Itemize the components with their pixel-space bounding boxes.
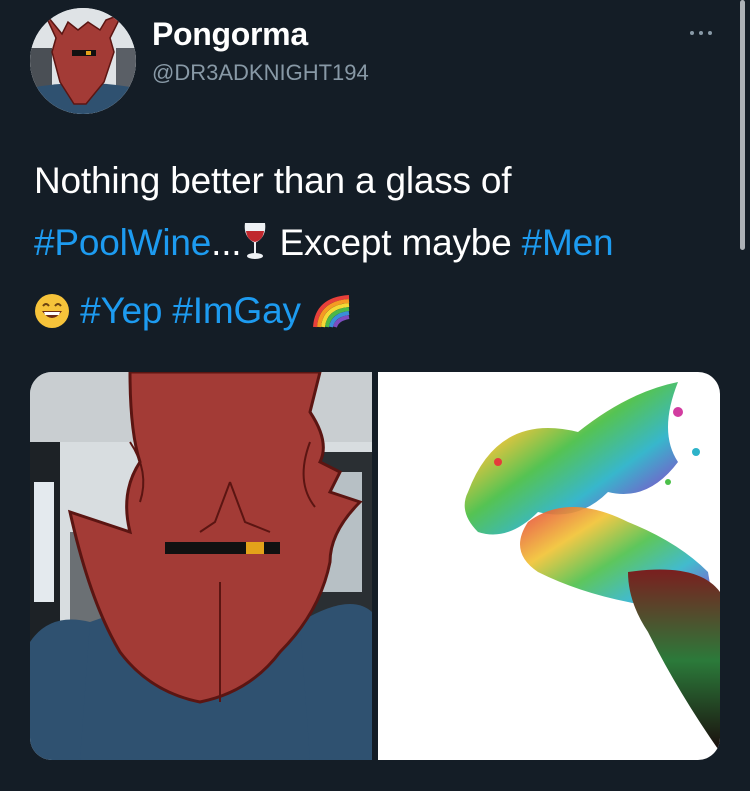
scrollbar[interactable] <box>740 0 745 250</box>
display-name[interactable]: Pongorma <box>152 16 308 53</box>
more-horizontal-icon-dot <box>708 31 712 35</box>
except-text: Except maybe <box>269 222 522 263</box>
tweet-media[interactable] <box>30 372 720 760</box>
wine-glass-icon <box>241 218 269 280</box>
devil-car-image <box>30 372 372 760</box>
tweet-text-line-1: Nothing better than a glass of <box>34 160 512 201</box>
rainbow-wine-splash-image <box>378 372 720 760</box>
more-horizontal-icon-dot <box>699 31 703 35</box>
more-options-button[interactable] <box>686 26 716 40</box>
hashtag-poolwine[interactable]: #PoolWine <box>34 222 211 263</box>
tweet-text-line-2: #PoolWine... Except maybe #Men <box>34 212 734 280</box>
avatar-image <box>30 8 136 114</box>
rainbow-icon <box>311 286 351 348</box>
hashtag-men[interactable]: #Men <box>522 222 614 263</box>
tweet-card[interactable]: Pongorma @DR3ADKNIGHT194 Nothing better … <box>0 0 750 791</box>
media-image-right[interactable] <box>378 372 720 760</box>
more-horizontal-icon <box>690 31 694 35</box>
hashtag-imgay[interactable]: #ImGay <box>172 290 301 331</box>
hashtag-yep[interactable]: #Yep <box>80 290 162 331</box>
tweet-text-line-3: #Yep #ImGay <box>34 280 734 348</box>
smiling-face-icon <box>34 286 70 348</box>
profile-avatar[interactable] <box>30 8 136 114</box>
tweet-text: Nothing better than a glass of #PoolWine… <box>34 150 734 348</box>
media-image-left[interactable] <box>30 372 372 760</box>
ellipsis-text: ... <box>211 222 242 263</box>
user-handle[interactable]: @DR3ADKNIGHT194 <box>152 60 369 86</box>
